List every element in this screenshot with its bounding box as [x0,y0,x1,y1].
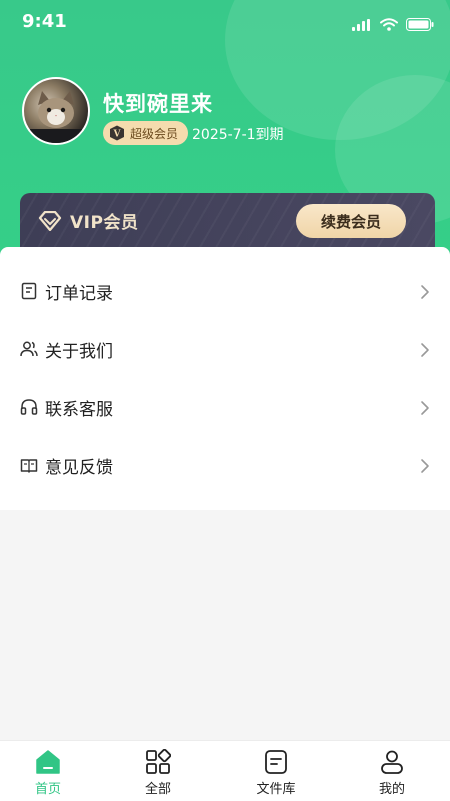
headphones-icon [20,399,38,415]
document-icon [21,282,37,300]
menu-item-orders[interactable]: 订单记录 [0,263,450,321]
menu-item-feedback[interactable]: 意见反馈 [0,437,450,495]
svg-text:V: V [113,130,122,140]
signal-icon [352,18,370,31]
bottom-tab-bar: 首页 全部 文件库 我的 [0,740,450,801]
tab-mine[interactable]: 我的 [352,741,432,801]
status-bar: 9:41 [0,0,450,46]
renew-vip-button[interactable]: 续费会员 [296,204,406,238]
status-time: 9:41 [22,11,67,32]
menu-item-label: 关于我们 [45,342,113,362]
status-icons [352,18,434,31]
book-icon [20,459,38,473]
cat-photo-icon [30,91,82,143]
menu-item-about[interactable]: 关于我们 [0,321,450,379]
tab-all[interactable]: 全部 [118,741,198,801]
chevron-right-icon [421,401,429,415]
vip-shield-icon: V [110,125,124,141]
grid-icon [146,749,171,774]
diamond-icon [38,210,62,231]
vip-logo: VIP会员 [38,208,138,233]
vip-badge: V 超级会员 [103,121,189,145]
tab-home[interactable]: 首页 [8,741,88,801]
chevron-right-icon [421,343,429,357]
users-icon [20,341,38,357]
wifi-icon [380,18,398,31]
tab-label: 首页 [34,782,61,797]
menu-item-label: 意见反馈 [45,458,113,478]
menu-item-label: 联系客服 [45,400,113,420]
badge-label: 超级会员 [130,126,179,141]
vip-title: VIP会员 [70,213,139,233]
file-icon [265,750,287,774]
tab-label: 我的 [378,782,405,797]
home-icon [36,750,60,774]
chevron-right-icon [421,285,429,299]
profile-header: 9:41 快到碗里来 V 超级会员 2025-7-1到期 VIP会员 续费会员 [0,0,450,258]
user-icon [381,750,403,774]
vip-expiry: 2025-7-1到期 [192,127,284,143]
avatar[interactable] [22,77,90,145]
menu-item-customer-service[interactable]: 联系客服 [0,379,450,437]
chevron-right-icon [421,459,429,473]
username: 快到碗里来 [103,92,213,116]
tab-file-library[interactable]: 文件库 [236,741,316,801]
tab-label: 全部 [144,782,171,797]
battery-icon [406,18,434,31]
settings-menu: 订单记录 关于我们 联系客服 意见反馈 [0,247,450,510]
menu-item-label: 订单记录 [45,284,113,304]
tab-label: 文件库 [256,782,296,797]
